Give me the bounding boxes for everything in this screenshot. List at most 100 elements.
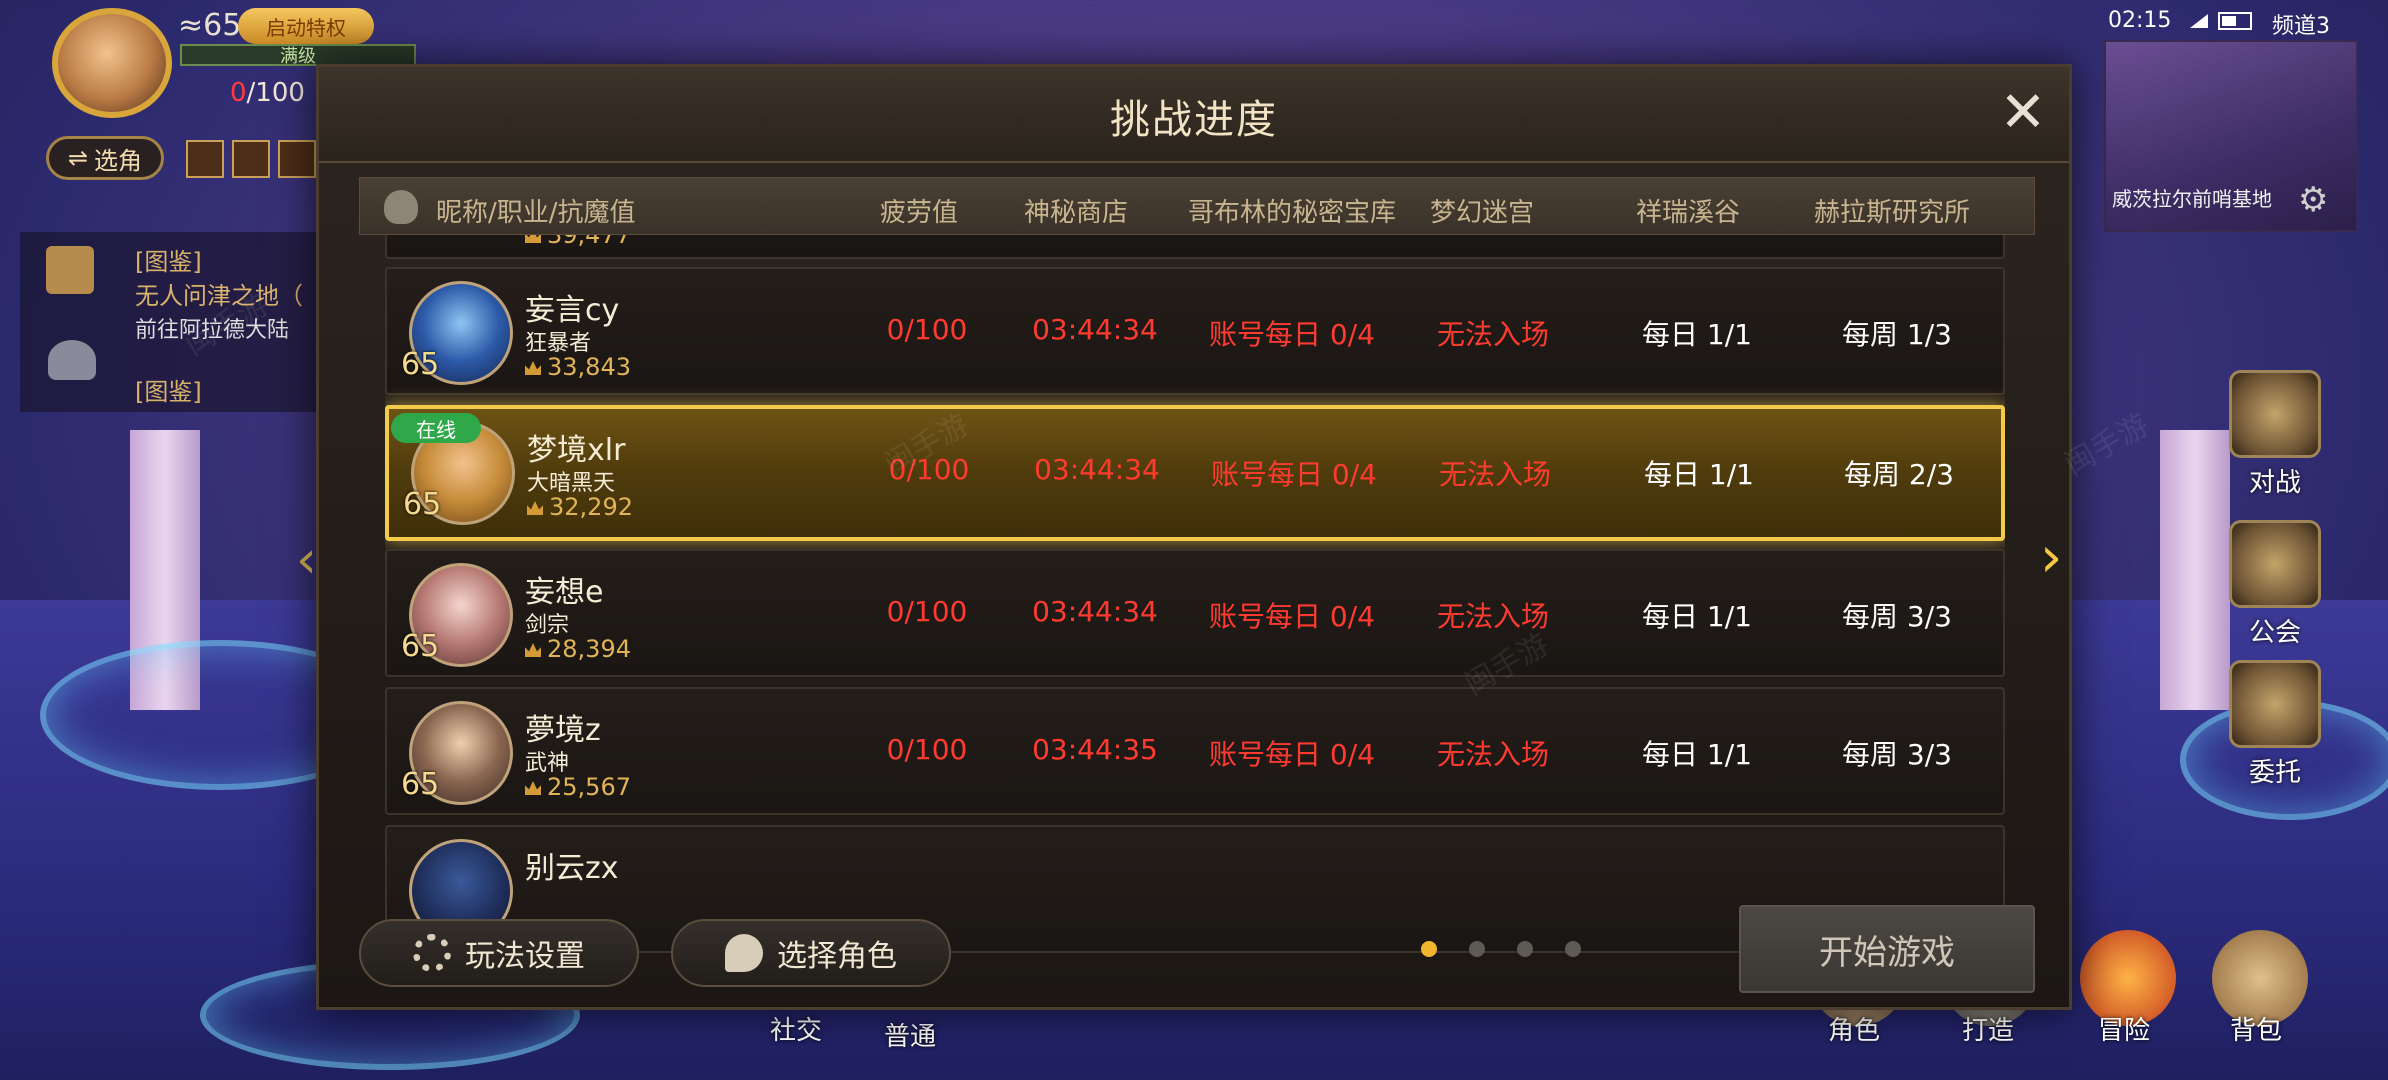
hud-quick-icons [186,140,316,178]
valley-progress: 每日 1/1 [1642,738,1752,771]
person-icon[interactable] [232,140,270,178]
shield-icon [2229,520,2321,608]
bag-nav[interactable]: 背包 [2230,1010,2282,1047]
combat-power: 28,394 [525,635,631,663]
combat-power: 32,292 [527,493,633,521]
picture-icon[interactable] [186,140,224,178]
character-name: 梦境xlr [527,433,626,468]
shop-timer: 03:44:35 [1032,733,1158,766]
heras-progress: 每周 2/3 [1844,458,1954,491]
fire-icon[interactable] [278,140,316,178]
crown-icon [525,781,541,795]
goblin-progress: 账号每日 0/4 [1209,738,1375,771]
channel-label[interactable]: 频道3 [2272,8,2330,40]
maze-status: 无法入场 [1436,318,1549,351]
pagination-dots [1421,941,1581,957]
valley-progress: 每日 1/1 [1644,458,1754,491]
maze-status: 无法入场 [1438,458,1551,491]
commission-menu-button[interactable]: 委托 [2220,660,2330,789]
gear-icon [413,934,451,972]
fatigue-value: 0/100 [886,595,968,628]
crown-icon [525,235,541,243]
page-dot[interactable] [1421,941,1437,957]
page-dot[interactable] [1517,941,1533,957]
close-icon[interactable]: ✕ [1995,85,2051,141]
header-shop: 神秘商店 [1024,198,1129,228]
page-dot[interactable] [1469,941,1485,957]
select-character-button[interactable]: 选择角色 [671,919,951,987]
goblin-progress: 账号每日 0/4 [1209,318,1375,351]
character-select-icon [725,934,763,972]
gear-icon[interactable]: ⚙ [2298,180,2328,220]
social-nav[interactable]: 社交 [770,1010,822,1047]
character-level: 65 [403,487,442,522]
character-name: 别云zx [525,851,619,886]
character-name: 夢境z [525,713,601,748]
guild-menu-button[interactable]: 公会 [2220,520,2330,649]
table-row[interactable]: 39,477 [385,235,2005,259]
character-list[interactable]: 39,477 65 妄言cy 狂暴者 33,843 0/100 03:44:34… [385,235,2005,955]
crown-icon [525,361,541,375]
header-heras: 赫拉斯研究所 [1814,198,1971,228]
header-goblin: 哥布林的秘密宝库 [1188,198,1397,228]
character-nav[interactable]: 角色 [1828,1010,1880,1047]
table-row[interactable]: 65 夢境z 武神 25,567 0/100 03:44:35 账号每日 0/4… [385,687,2005,815]
heras-progress: 每周 3/3 [1842,600,1952,633]
quest-line-2: 无人问津之地（ [135,282,303,310]
duel-menu-button[interactable]: 对战 [2220,370,2330,499]
quest-line-3: 前往阿拉德大陆 [135,318,290,343]
crossed-swords-icon [2229,370,2321,458]
fatigue-value: 0/100 [886,733,968,766]
table-row[interactable]: 65 妄想e 剑宗 28,394 0/100 03:44:34 账号每日 0/4… [385,549,2005,677]
maze-status: 无法入场 [1436,600,1549,633]
table-header: 昵称/职业/抗魔值 疲劳值 神秘商店 哥布林的秘密宝库 梦幻迷宫 祥瑞溪谷 赫拉… [359,177,2035,235]
header-name: 昵称/职业/抗魔值 [436,198,636,228]
combat-power: 33,843 [525,353,631,381]
forge-nav[interactable]: 打造 [1962,1010,2014,1047]
adventure-nav[interactable]: 冒险 [2098,1010,2150,1047]
goblin-progress: 账号每日 0/4 [1211,458,1377,491]
table-row-selected[interactable]: 在线 65 梦境xlr 大暗黑天 32,292 0/100 03:44:34 账… [385,405,2005,541]
full-level-bar: 满级 [180,44,416,67]
heras-progress: 每周 1/3 [1842,318,1952,351]
maze-status: 无法入场 [1436,738,1549,771]
online-badge: 在线 [391,413,481,443]
combat-power: 25,567 [525,773,631,801]
character-level: 65 [401,347,440,382]
privilege-button[interactable]: 启动特权 [238,8,374,44]
quest-line-1: [图鉴] [135,248,202,276]
battery-icon [2218,12,2252,30]
chevron-left-icon[interactable]: ‹ [296,534,336,586]
clock: 02:15 [2108,8,2172,33]
combat-power: 39,477 [525,235,631,249]
shop-timer: 03:44:34 [1032,313,1158,346]
goblin-progress: 账号每日 0/4 [1209,600,1375,633]
header-valley: 祥瑞溪谷 [1636,198,1741,228]
scroll-icon[interactable] [46,246,94,294]
modal-header: 挑战进度 ✕ [319,67,2069,163]
valley-progress: 每日 1/1 [1642,318,1752,351]
fatigue-counter: 0/100 [230,78,305,108]
character-name: 妄想e [525,575,604,610]
start-game-button[interactable]: 开始游戏 [1739,905,2035,993]
group-icon[interactable] [48,340,96,380]
minimap-location: 威茨拉尔前哨基地 [2112,187,2272,211]
valley-progress: 每日 1/1 [1642,600,1752,633]
heras-progress: 每周 3/3 [1842,738,1952,771]
header-fatigue: 疲劳值 [880,198,959,228]
switch-character-button[interactable]: ⇌ 选角 [46,136,164,180]
shop-timer: 03:44:34 [1034,453,1160,486]
modal-title: 挑战进度 [1110,97,1278,143]
crown-icon [527,501,543,515]
shop-timer: 03:44:34 [1032,595,1158,628]
player-avatar[interactable] [52,8,172,118]
page-dot[interactable] [1565,941,1581,957]
gameplay-settings-button[interactable]: 玩法设置 [359,919,639,987]
table-row[interactable]: 65 妄言cy 狂暴者 33,843 0/100 03:44:34 账号每日 0… [385,267,2005,395]
swap-icon: ⇌ [67,144,89,172]
fatigue-value: 0/100 [886,313,968,346]
normal-nav[interactable]: 普通 [884,1016,936,1053]
quest-line-4: [图鉴] [135,378,202,406]
chevron-right-icon[interactable]: › [2040,530,2088,586]
character-name: 妄言cy [525,293,620,328]
